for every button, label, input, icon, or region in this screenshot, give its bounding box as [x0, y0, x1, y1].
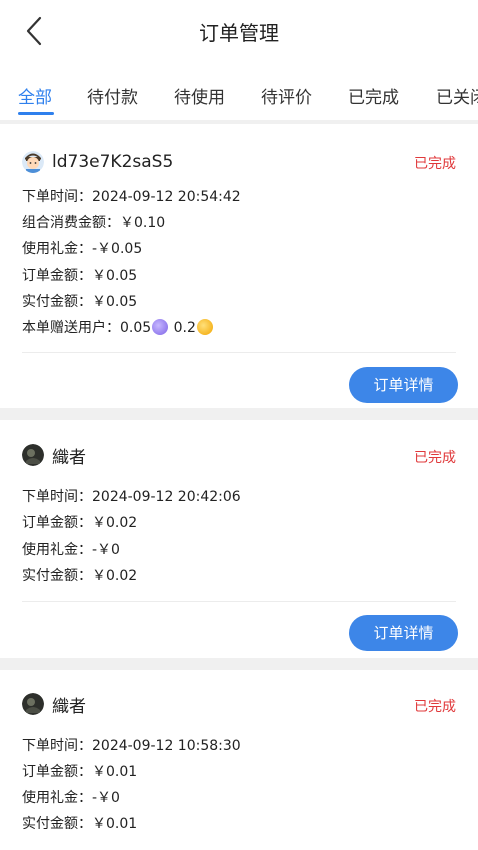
order-time: 下单时间：2024-09-12 10:58:30	[22, 738, 241, 754]
tab-all[interactable]: 全部	[18, 83, 52, 108]
bonus-mid: 0.2	[169, 320, 196, 336]
divider	[22, 601, 456, 602]
order-amount: 订单金额：￥0.02	[22, 515, 138, 531]
cartoon-face-avatar-icon	[22, 151, 44, 173]
order-card: 織者 已完成 下单时间：2024-09-12 10:58:30 订单金额：￥0.…	[0, 670, 478, 850]
dark-photo-avatar-icon	[22, 444, 44, 466]
page-title: 订单管理	[199, 21, 279, 45]
active-tab-indicator	[18, 112, 54, 115]
avatar	[22, 693, 44, 715]
paid-amount: 实付金额：￥0.02	[22, 568, 138, 584]
status-badge: 已完成	[414, 450, 456, 466]
header-bar: 订单管理	[0, 0, 478, 62]
order-detail-button[interactable]: 订单详情	[349, 615, 458, 651]
status-badge: 已完成	[414, 156, 456, 172]
order-amount: 订单金额：￥0.05	[22, 268, 138, 284]
gift-amount: 使用礼金：-￥0.05	[22, 241, 143, 257]
username: ld73e7K2saS5	[52, 152, 174, 172]
bonus-line: 本单赠送用户：0.05 0.2	[22, 317, 214, 337]
section-divider	[0, 658, 478, 670]
tab-pending-payment[interactable]: 待付款	[87, 83, 138, 108]
combo-amount: 组合消费金额：￥0.10	[22, 215, 166, 231]
status-badge: 已完成	[414, 699, 456, 715]
gift-amount: 使用礼金：-￥0	[22, 542, 120, 558]
order-time: 下单时间：2024-09-12 20:42:06	[22, 489, 241, 505]
order-user: 織者	[22, 692, 86, 717]
tab-bar: 全部 待付款 待使用 待评价 已完成 已关闭	[0, 62, 478, 120]
section-divider	[0, 408, 478, 420]
order-card: 織者 已完成 下单时间：2024-09-12 20:42:06 订单金额：￥0.…	[0, 420, 478, 658]
tab-completed[interactable]: 已完成	[348, 83, 399, 108]
gift-amount: 使用礼金：-￥0	[22, 790, 120, 806]
divider	[22, 352, 456, 353]
tab-pending-use[interactable]: 待使用	[174, 83, 225, 108]
paid-amount: 实付金额：￥0.05	[22, 294, 138, 310]
tab-closed[interactable]: 已关闭	[436, 83, 478, 108]
purple-coin-icon	[152, 319, 169, 335]
order-time: 下单时间：2024-09-12 20:54:42	[22, 189, 241, 205]
username: 織者	[52, 447, 86, 468]
order-amount: 订单金额：￥0.01	[22, 764, 138, 780]
gold-coin-icon	[196, 319, 213, 335]
paid-amount: 实付金额：￥0.01	[22, 816, 138, 832]
order-user: ld73e7K2saS5	[22, 150, 173, 174]
avatar	[22, 151, 44, 173]
avatar	[22, 444, 44, 466]
order-detail-button[interactable]: 订单详情	[349, 367, 458, 403]
tab-pending-review[interactable]: 待评价	[261, 83, 312, 108]
dark-photo-avatar-icon	[22, 693, 44, 715]
username: 織者	[52, 696, 86, 717]
order-user: 織者	[22, 443, 86, 468]
order-card: ld73e7K2saS5 已完成 下单时间：2024-09-12 20:54:4…	[0, 124, 478, 408]
bonus-prefix: 本单赠送用户：0.05	[22, 320, 152, 336]
